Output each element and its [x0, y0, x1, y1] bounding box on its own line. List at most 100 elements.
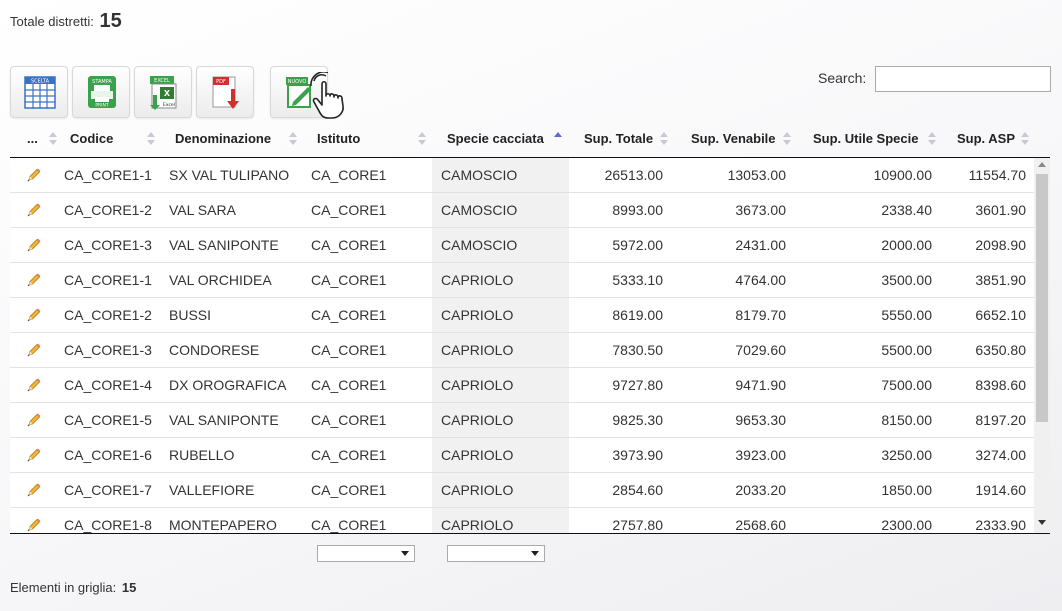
edit-pencil-icon[interactable]: [26, 482, 42, 498]
sup-asp-cell: 6350.80: [975, 342, 1026, 358]
stampa-button[interactable]: STAMPA PRINT: [72, 66, 130, 118]
grid-count-label: Elementi in griglia:: [10, 580, 117, 595]
table-body: CA_CORE1-1 SX VAL TULIPANO CA_CORE1 CAMOSCI…: [10, 158, 1050, 534]
sup-totale-cell: 26513.00: [604, 167, 663, 183]
sort-icon[interactable]: [928, 132, 936, 146]
edit-pencil-icon[interactable]: [26, 447, 42, 463]
sup-asp-cell: 8398.60: [975, 377, 1026, 393]
pdf-button[interactable]: PDF: [196, 66, 254, 118]
codice-cell: CA_CORE1-5: [64, 412, 152, 428]
specie-cell: CAPRIOLO: [441, 307, 514, 323]
scroll-up-arrow-icon[interactable]: [1038, 162, 1046, 167]
specie-filter-select[interactable]: [447, 545, 545, 562]
sort-ascending-icon[interactable]: [554, 132, 562, 146]
column-header-sup-utile-specie[interactable]: Sup. Utile Specie: [813, 120, 918, 158]
svg-text:PRINT: PRINT: [95, 103, 109, 109]
sort-icon[interactable]: [418, 132, 426, 146]
search-input[interactable]: [875, 66, 1051, 92]
codice-cell: CA_CORE1-4: [64, 377, 152, 393]
sort-icon[interactable]: [783, 132, 791, 146]
denominazione-cell: VAL SARA: [169, 202, 236, 218]
denominazione-cell: MONTEPAPERO: [169, 517, 277, 533]
sup-asp-cell: 2098.90: [975, 237, 1026, 253]
edit-pencil-icon[interactable]: [26, 412, 42, 428]
sup-asp-cell: 3274.00: [975, 447, 1026, 463]
codice-cell: CA_CORE1-8: [64, 517, 152, 533]
codice-cell: CA_CORE1-7: [64, 482, 152, 498]
istituto-cell: CA_CORE1: [311, 412, 387, 428]
table-row[interactable]: CA_CORE1-1 SX VAL TULIPANO CA_CORE1 CAMOSCI…: [10, 158, 1034, 193]
sup-totale-cell: 2757.80: [612, 517, 663, 533]
sup-asp-cell: 1914.60: [975, 482, 1026, 498]
istituto-cell: CA_CORE1: [311, 307, 387, 323]
sup-totale-cell: 9727.80: [612, 377, 663, 393]
chevron-down-icon: [531, 551, 539, 556]
istituto-filter-select[interactable]: [317, 545, 415, 562]
codice-cell: CA_CORE1-2: [64, 307, 152, 323]
svg-text:PDF: PDF: [216, 79, 226, 85]
edit-pencil-icon[interactable]: [26, 237, 42, 253]
scelta-button[interactable]: SCELTA: [10, 66, 68, 118]
table-row[interactable]: CA_CORE1-4 DX OROGRAFICA CA_CORE1 CAPRIOLO 9…: [10, 368, 1034, 403]
table-row[interactable]: CA_CORE1-3 VAL SANIPONTE CA_CORE1 CAMOSCIO 5…: [10, 228, 1034, 263]
sup-totale-cell: 5333.10: [612, 272, 663, 288]
table-row[interactable]: CA_CORE1-8 MONTEPAPERO CA_CORE1 CAPRIOLO 275…: [10, 508, 1034, 533]
total-districts-label: Totale distretti:: [10, 14, 94, 29]
scroll-down-arrow-icon[interactable]: [1038, 520, 1046, 525]
table-row[interactable]: CA_CORE1-6 RUBELLO CA_CORE1 CAPRIOLO 3973.90…: [10, 438, 1034, 473]
sup-totale-cell: 2854.60: [612, 482, 663, 498]
edit-pencil-icon[interactable]: [26, 307, 42, 323]
sup-venabile-cell: 13053.00: [727, 167, 786, 183]
istituto-cell: CA_CORE1: [311, 447, 387, 463]
table-row[interactable]: CA_CORE1-2 BUSSI CA_CORE1 CAPRIOLO 8619.00 81…: [10, 298, 1034, 333]
edit-pencil-icon[interactable]: [26, 342, 42, 358]
columns-grid-icon: SCELTA: [24, 76, 56, 109]
column-header-sup-venabile[interactable]: Sup. Venabile: [691, 120, 776, 158]
column-header-denominazione[interactable]: Denominazione: [175, 120, 271, 158]
column-header-specie-cacciata[interactable]: Specie cacciata: [447, 120, 544, 158]
sort-icon[interactable]: [660, 132, 668, 146]
sup-asp-cell: 6652.10: [975, 307, 1026, 323]
edit-pencil-icon[interactable]: [26, 377, 42, 393]
sup-totale-cell: 9825.30: [612, 412, 663, 428]
sort-icon[interactable]: [147, 132, 155, 146]
column-header-actions[interactable]: ...: [27, 120, 38, 158]
column-header-codice[interactable]: Codice: [70, 120, 113, 158]
istituto-cell: CA_CORE1: [311, 202, 387, 218]
istituto-cell: CA_CORE1: [311, 517, 387, 533]
sort-icon[interactable]: [1021, 132, 1029, 146]
column-header-sup-asp[interactable]: Sup. ASP: [957, 120, 1015, 158]
vertical-scrollbar[interactable]: [1034, 158, 1050, 533]
sup-totale-cell: 3973.90: [612, 447, 663, 463]
grid-count: Elementi in griglia: 15: [10, 580, 136, 595]
specie-cell: CAMOSCIO: [441, 167, 518, 183]
sup-asp-cell: 3851.90: [975, 272, 1026, 288]
excel-export-icon: EXCEL X Excel: [150, 76, 177, 110]
search-label: Search:: [818, 70, 867, 86]
column-header-istituto[interactable]: Istituto: [317, 120, 360, 158]
edit-pencil-icon[interactable]: [26, 517, 42, 533]
specie-cell: CAPRIOLO: [441, 272, 514, 288]
excel-button[interactable]: EXCEL X Excel: [134, 66, 192, 118]
sup-totale-cell: 8993.00: [612, 202, 663, 218]
sort-icon[interactable]: [289, 132, 297, 146]
sup-venabile-cell: 3923.00: [735, 447, 786, 463]
edit-pencil-icon[interactable]: [26, 272, 42, 288]
table-row[interactable]: CA_CORE1-7 VALLEFIORE CA_CORE1 CAPRIOLO 2854…: [10, 473, 1034, 508]
denominazione-cell: RUBELLO: [169, 447, 235, 463]
sup-asp-cell: 8197.20: [975, 412, 1026, 428]
table-row[interactable]: CA_CORE1-1 VAL ORCHIDEA CA_CORE1 CAPRIOLO 53…: [10, 263, 1034, 298]
printer-icon: STAMPA PRINT: [88, 76, 116, 109]
sort-icon[interactable]: [49, 132, 57, 146]
table-row[interactable]: CA_CORE1-3 CONDORESE CA_CORE1 CAPRIOLO 7830.…: [10, 333, 1034, 368]
codice-cell: CA_CORE1-3: [64, 237, 152, 253]
table-row[interactable]: CA_CORE1-5 VAL SANIPONTE CA_CORE1 CAPRIOLO 9…: [10, 403, 1034, 438]
column-header-sup-totale[interactable]: Sup. Totale: [584, 120, 653, 158]
edit-pencil-icon[interactable]: [26, 202, 42, 218]
scrollbar-thumb[interactable]: [1036, 174, 1048, 422]
specie-cell: CAPRIOLO: [441, 517, 514, 533]
sup-utile-specie-cell: 8150.00: [881, 412, 932, 428]
table-row[interactable]: CA_CORE1-2 VAL SARA CA_CORE1 CAMOSCIO 8993.0…: [10, 193, 1034, 228]
edit-pencil-icon[interactable]: [26, 167, 42, 183]
denominazione-cell: VALLEFIORE: [169, 482, 255, 498]
